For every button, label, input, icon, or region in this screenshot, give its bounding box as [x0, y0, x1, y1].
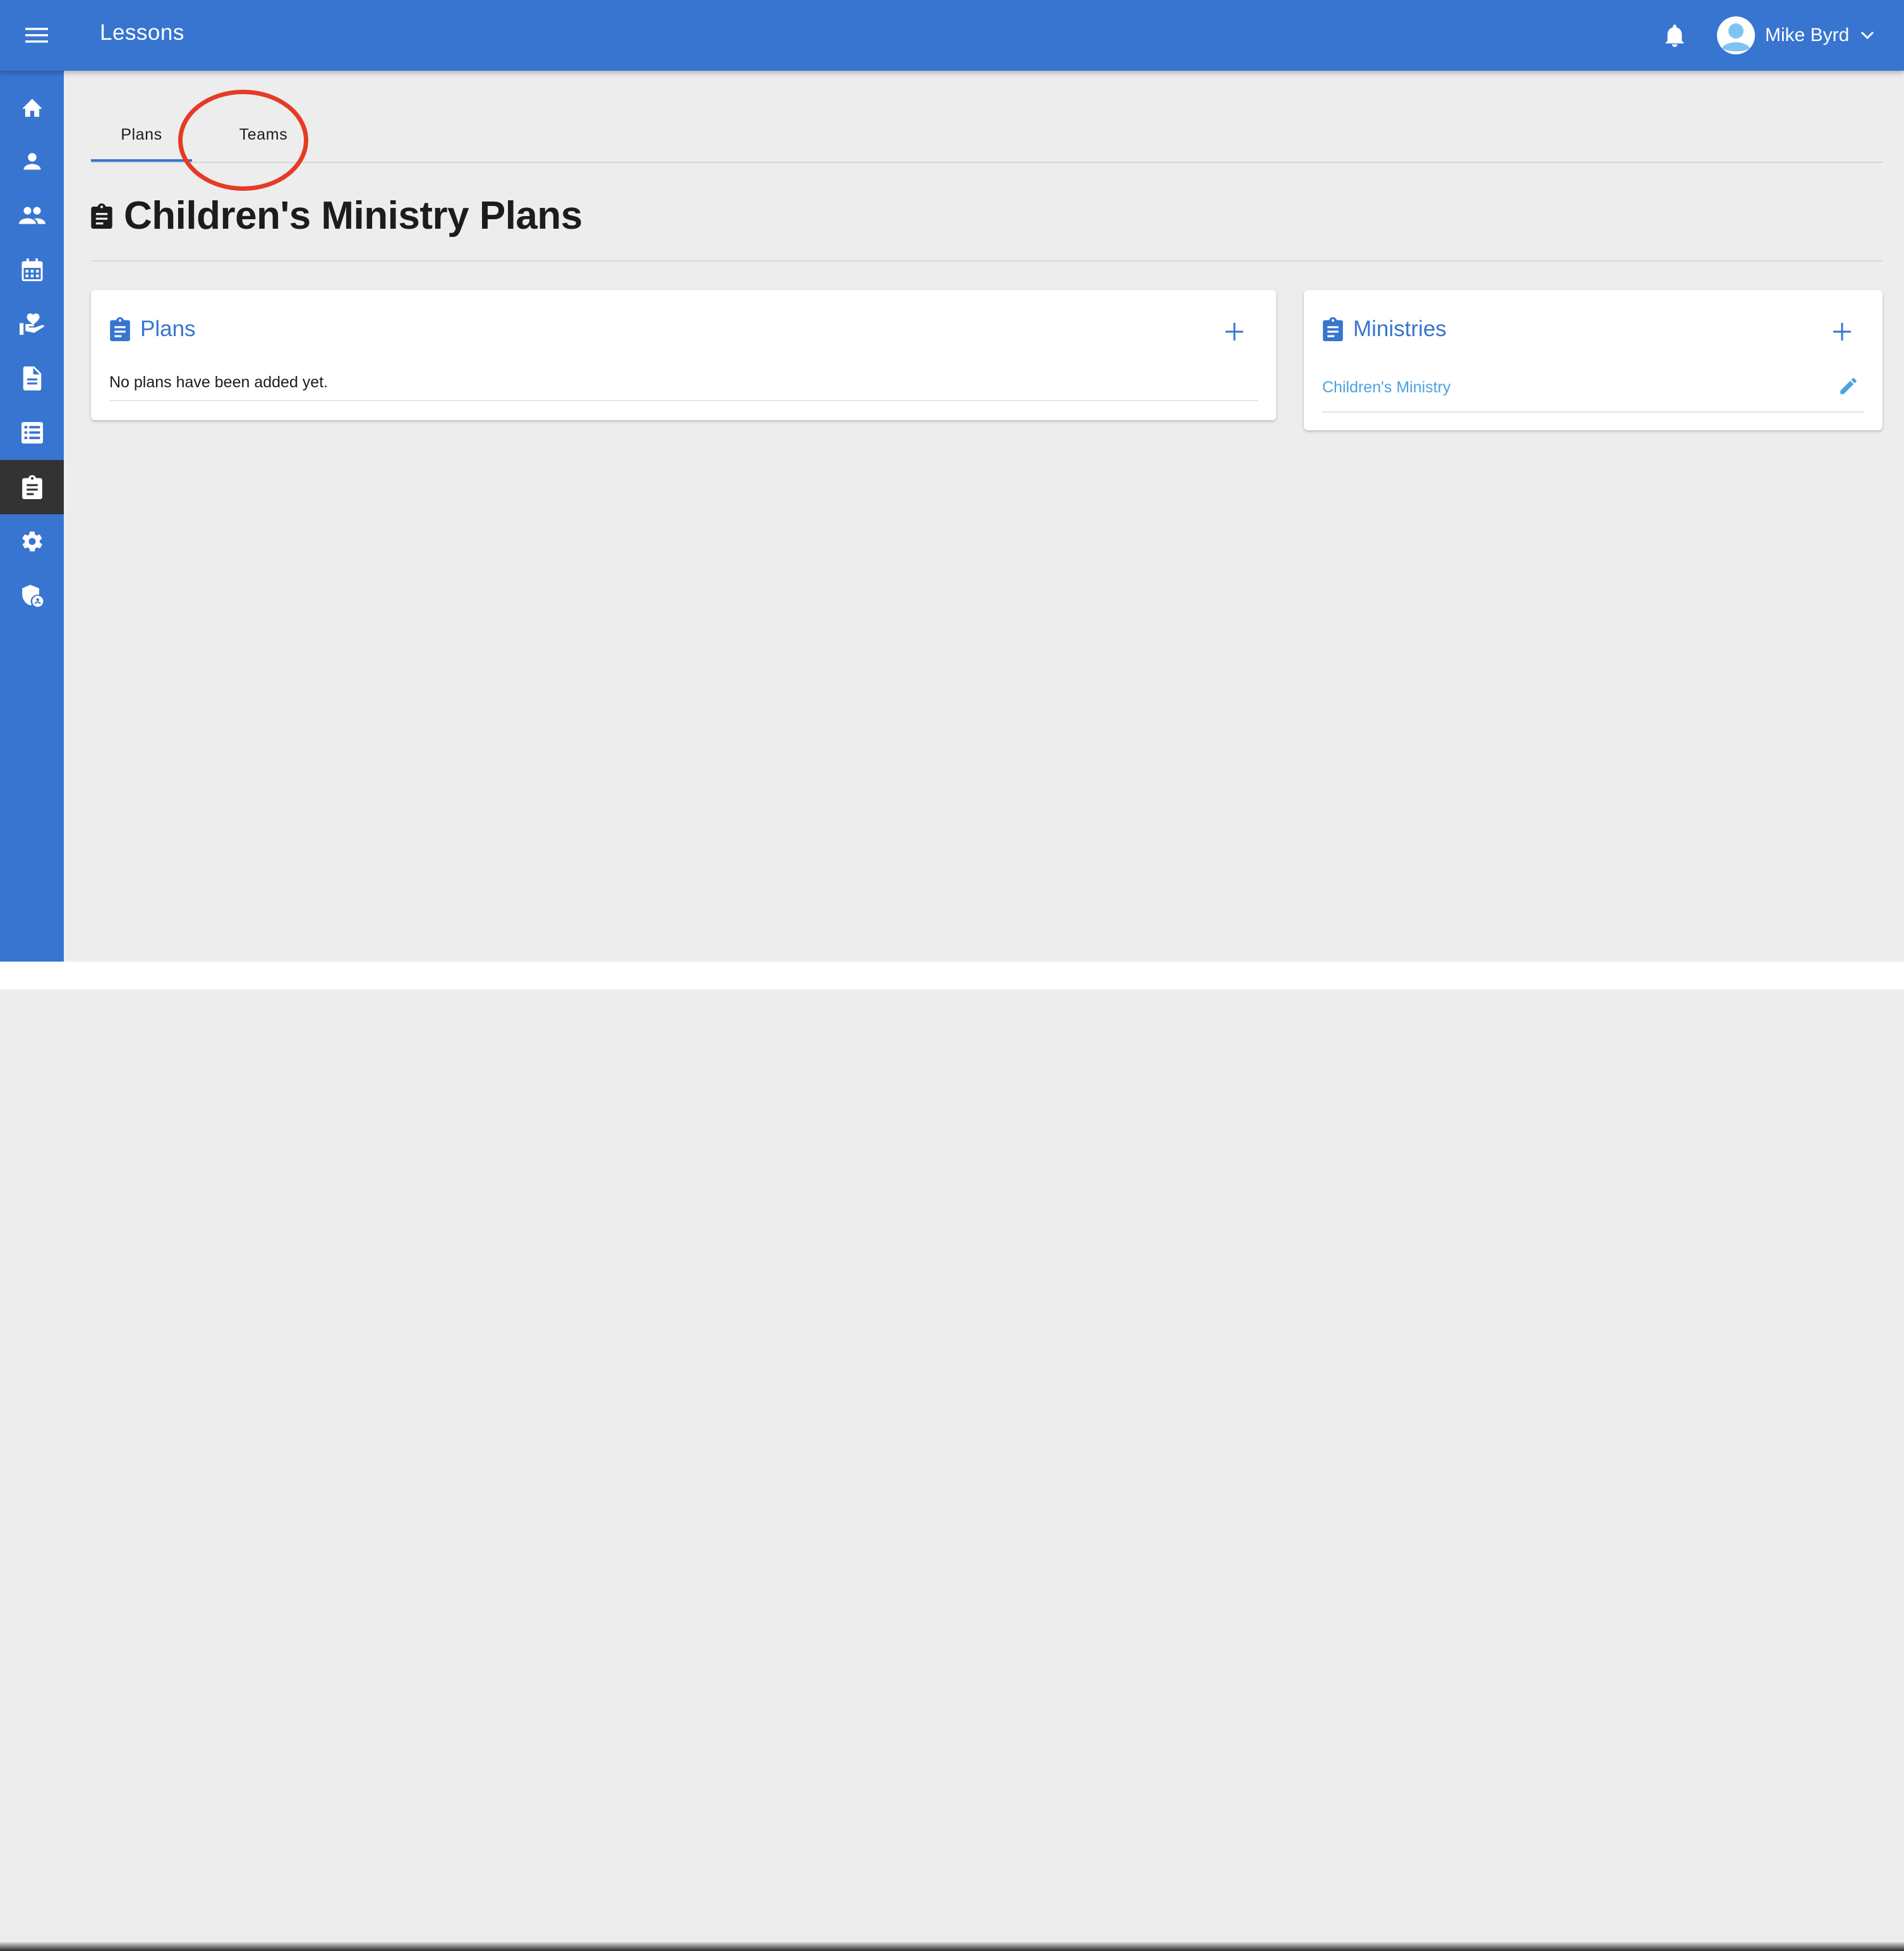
user-menu[interactable]: Mike Byrd: [1717, 14, 1874, 57]
home-icon: [21, 99, 42, 117]
window-shadow: [0, 1942, 1904, 1951]
app-bar: Lessons Mike Byrd: [0, 0, 1904, 71]
menu-icon[interactable]: [19, 18, 54, 53]
gear-icon: [21, 531, 42, 552]
sidebar-item-volunteer[interactable]: [0, 297, 64, 351]
user-name: Mike Byrd: [1765, 25, 1850, 45]
edit-ministry-button[interactable]: [1835, 372, 1862, 400]
bell-icon[interactable]: [1659, 18, 1690, 53]
divider: [109, 400, 1258, 401]
plans-card: Plans No plans have been added yet.: [91, 290, 1276, 420]
divider: [91, 260, 1883, 262]
list-icon: [21, 422, 43, 444]
sidebar-item-home[interactable]: [0, 80, 64, 134]
pencil-icon: [1840, 378, 1857, 394]
account-circle-icon: [1717, 16, 1755, 54]
ministries-card: Ministries Children's Ministry: [1304, 290, 1883, 430]
clipboard-icon: [21, 475, 42, 499]
add-ministry-button[interactable]: [1828, 318, 1856, 346]
admin-shield-icon: [21, 584, 43, 607]
tab-plans[interactable]: Plans: [91, 109, 192, 162]
ministry-link[interactable]: Children's Ministry: [1322, 378, 1450, 397]
sidebar-item-people[interactable]: [0, 188, 64, 243]
calendar-icon: [21, 258, 42, 281]
app-title: Lessons: [100, 20, 184, 45]
plus-icon: [1833, 323, 1851, 341]
document-icon: [23, 366, 41, 390]
window-bottom-edge: [0, 962, 1904, 1951]
sidebar-item-calendar[interactable]: [0, 243, 64, 297]
people-icon: [18, 207, 45, 224]
clipboard-icon: [91, 203, 112, 229]
sidebar-item-person[interactable]: [0, 134, 64, 188]
sidebar-item-documents[interactable]: [0, 351, 64, 406]
ministries-card-header: Ministries: [1323, 317, 1447, 342]
clipboard-icon: [1323, 317, 1343, 341]
page-title: Children's Ministry Plans: [124, 194, 582, 238]
sidebar-item-list[interactable]: [0, 406, 64, 460]
plans-empty-message: No plans have been added yet.: [109, 373, 328, 391]
add-plan-button[interactable]: [1220, 318, 1248, 346]
person-icon: [23, 153, 40, 170]
page-header: Children's Ministry Plans: [91, 193, 582, 238]
tab-bar: Plans Teams: [91, 109, 1883, 163]
ministries-card-title: Ministries: [1353, 317, 1447, 341]
sidebar-item-admin[interactable]: [0, 569, 64, 623]
volunteer-heart-icon: [19, 313, 44, 335]
divider: [1322, 411, 1864, 413]
sidebar-item-lessons[interactable]: [0, 460, 64, 514]
chevron-down-icon: [1860, 31, 1874, 40]
sidebar: [0, 71, 64, 962]
plans-card-header: Plans: [110, 317, 196, 342]
sidebar-item-settings[interactable]: [0, 514, 64, 569]
plus-icon: [1226, 323, 1243, 341]
tab-teams[interactable]: Teams: [192, 109, 335, 160]
plans-card-title: Plans: [140, 317, 196, 341]
clipboard-icon: [110, 317, 130, 341]
